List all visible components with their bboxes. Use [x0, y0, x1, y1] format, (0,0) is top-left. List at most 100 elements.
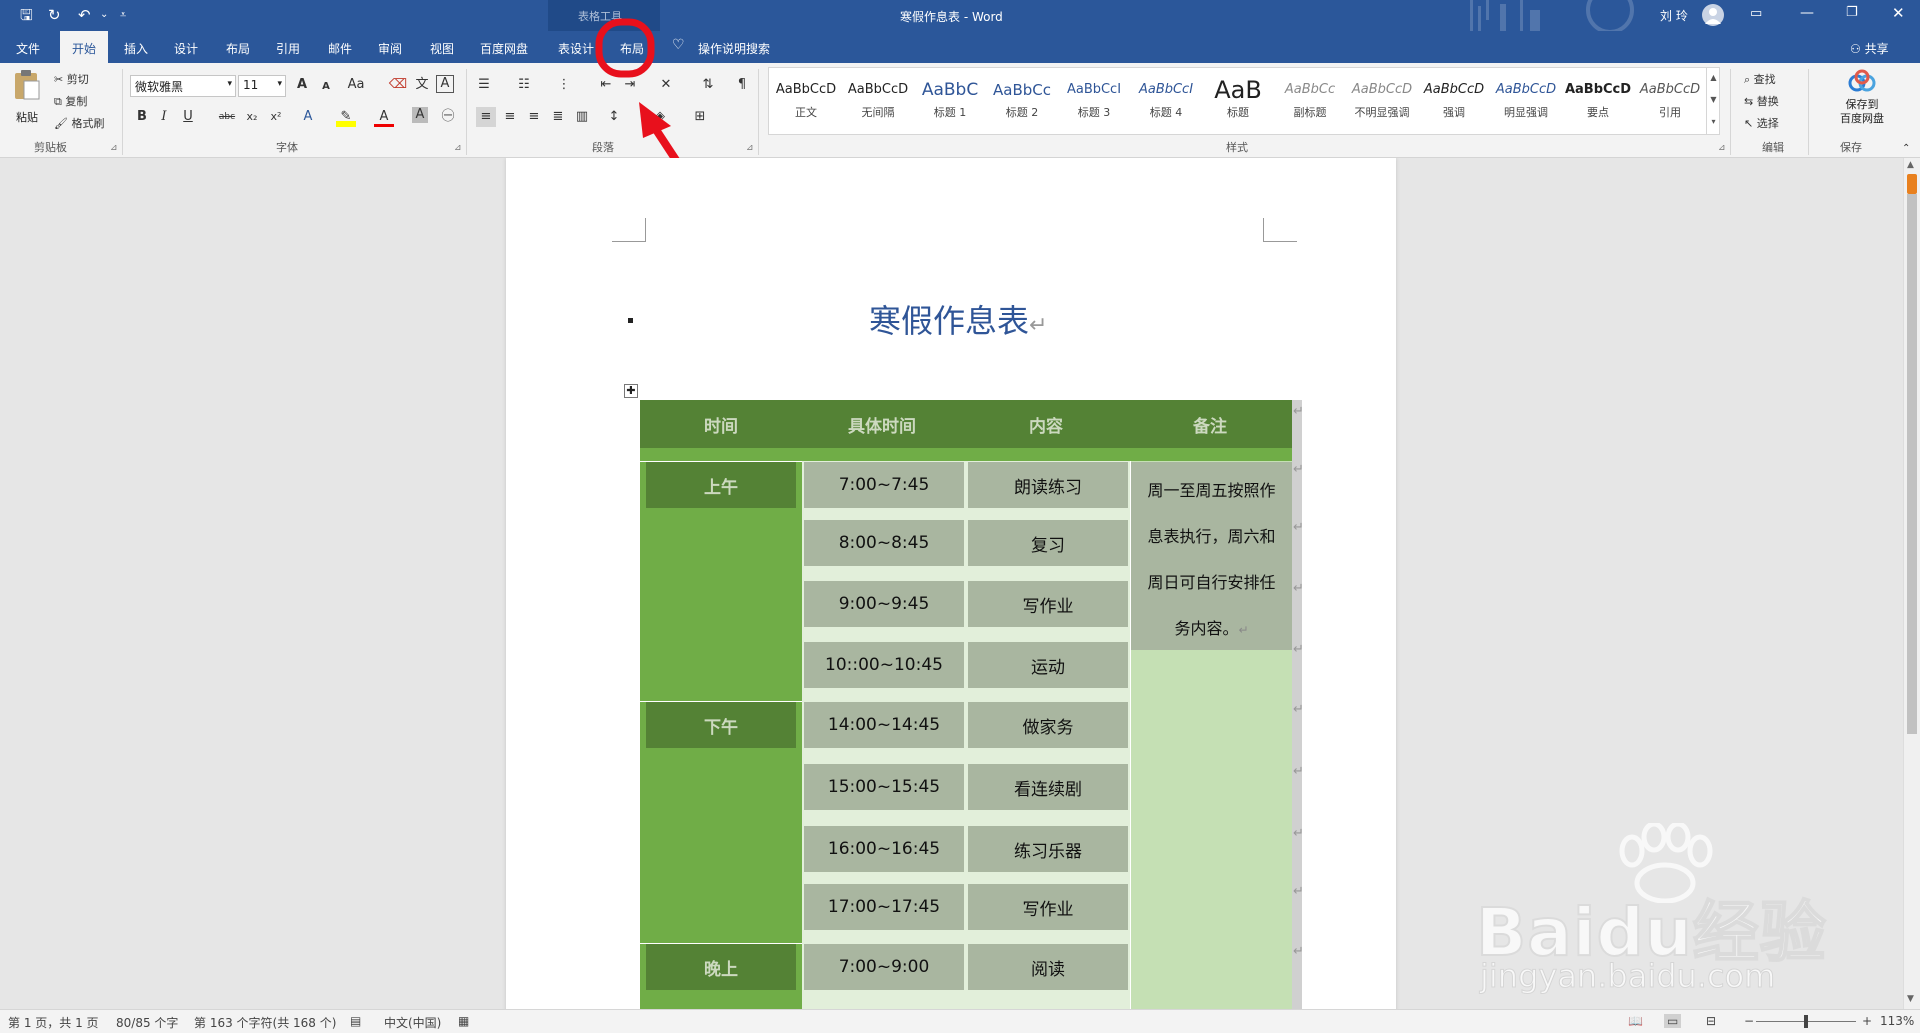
- shrink-font-icon[interactable]: A: [316, 77, 336, 97]
- period-afternoon[interactable]: 下午: [646, 702, 796, 748]
- print-layout-icon[interactable]: ▭: [1664, 1014, 1682, 1028]
- scroll-down-icon[interactable]: ▼: [1907, 994, 1914, 1004]
- period-evening[interactable]: 晚上: [646, 944, 796, 990]
- document-heading[interactable]: 寒假作息表↵: [869, 296, 1047, 342]
- font-size-combo[interactable]: 11 ▾: [238, 75, 286, 97]
- maximize-icon[interactable]: ❐: [1846, 5, 1858, 20]
- style-emphasis[interactable]: AaBbCcD 强调: [1419, 76, 1489, 134]
- autosave-icon[interactable]: ↻: [48, 6, 61, 24]
- select-button[interactable]: ↖ 选择: [1744, 115, 1779, 131]
- row-2-time[interactable]: 8:00~8:45: [804, 520, 964, 566]
- font-launcher-icon[interactable]: ⊿: [454, 143, 462, 153]
- zoom-in-icon[interactable]: +: [1862, 1014, 1872, 1028]
- clipboard-launcher-icon[interactable]: ⊿: [110, 143, 118, 153]
- read-mode-icon[interactable]: 📖: [1628, 1014, 1643, 1028]
- tab-baidu-netdisk[interactable]: 百度网盘: [480, 40, 528, 57]
- tab-file[interactable]: 文件: [16, 40, 40, 57]
- bullets-icon[interactable]: ☰: [474, 75, 494, 95]
- replace-button[interactable]: ⇆ 替换: [1744, 93, 1779, 109]
- header-specific-time[interactable]: 具体时间: [802, 400, 962, 448]
- font-color-icon[interactable]: A: [374, 107, 394, 127]
- proofing-icon[interactable]: ▤: [350, 1014, 361, 1028]
- tab-mailings[interactable]: 邮件: [328, 40, 352, 57]
- row-4-content[interactable]: 运动: [968, 642, 1128, 688]
- style-no-spacing[interactable]: AaBbCcD 无间隔: [843, 76, 913, 134]
- row-9-time[interactable]: 7:00~9:00: [804, 944, 964, 990]
- copy-button[interactable]: ⧉ 复制: [54, 93, 87, 109]
- share-button[interactable]: ⚇ 共享: [1850, 40, 1889, 57]
- change-case-button[interactable]: Aa: [346, 75, 366, 95]
- save-to-netdisk-button[interactable]: 保存到 百度网盘: [1822, 69, 1902, 135]
- style-heading3[interactable]: AaBbCcI 标题 3: [1059, 76, 1129, 134]
- styles-launcher-icon[interactable]: ⊿: [1718, 143, 1726, 153]
- tab-view[interactable]: 视图: [430, 40, 454, 57]
- row-3-time[interactable]: 9:00~9:45: [804, 581, 964, 627]
- row-7-time[interactable]: 16:00~16:45: [804, 826, 964, 872]
- macro-icon[interactable]: ▦: [458, 1014, 469, 1028]
- period-morning[interactable]: 上午: [646, 462, 796, 508]
- scroll-thumb[interactable]: [1907, 194, 1917, 734]
- style-subtle-emphasis[interactable]: AaBbCcD 不明显强调: [1347, 76, 1417, 134]
- zoom-out-icon[interactable]: −: [1744, 1014, 1754, 1028]
- style-heading1[interactable]: AaBbC 标题 1: [915, 76, 985, 134]
- grow-font-icon[interactable]: A: [292, 75, 312, 95]
- user-name[interactable]: 刘 玲: [1660, 7, 1688, 24]
- format-painter-button[interactable]: 🖌 格式刷: [54, 115, 104, 131]
- tab-insert[interactable]: 插入: [124, 40, 148, 57]
- minimize-icon[interactable]: —: [1800, 5, 1814, 21]
- paragraph-launcher-icon[interactable]: ⊿: [746, 143, 754, 153]
- find-button[interactable]: ⌕ 查找: [1744, 71, 1776, 87]
- tab-design[interactable]: 设计: [174, 40, 198, 57]
- row-6-time[interactable]: 15:00~15:45: [804, 764, 964, 810]
- underline-button[interactable]: U: [178, 107, 198, 127]
- undo-dropdown-icon[interactable]: ⌄: [100, 6, 108, 24]
- row-8-time[interactable]: 17:00~17:45: [804, 884, 964, 930]
- font-name-combo[interactable]: 微软雅黑 ▾: [130, 75, 236, 97]
- cut-button[interactable]: ✂ 剪切: [54, 71, 89, 87]
- status-language[interactable]: 中文(中国): [384, 1014, 441, 1031]
- note-cell[interactable]: 周一至周五按照作 息表执行，周六和 周日可自行安排任 务内容。↵: [1131, 462, 1292, 650]
- ribbon-display-icon[interactable]: ▭: [1750, 6, 1762, 21]
- highlight-icon[interactable]: ✎: [336, 107, 356, 127]
- multilevel-list-icon[interactable]: ⋮: [554, 75, 574, 95]
- row-5-content[interactable]: 做家务: [968, 702, 1128, 748]
- italic-button[interactable]: I: [154, 107, 174, 127]
- style-strong[interactable]: AaBbCcD 要点: [1563, 76, 1633, 134]
- scroll-up-icon[interactable]: ▲: [1907, 160, 1914, 170]
- strikethrough-button[interactable]: abc: [214, 107, 240, 127]
- tab-references[interactable]: 引用: [276, 40, 300, 57]
- style-title[interactable]: AaB 标题: [1203, 76, 1273, 134]
- collapse-ribbon-icon[interactable]: ⌃: [1902, 143, 1910, 154]
- row-1-time[interactable]: 7:00~7:45: [804, 462, 964, 508]
- bold-button[interactable]: B: [132, 107, 152, 127]
- avatar[interactable]: [1702, 4, 1724, 26]
- numbering-icon[interactable]: ☷: [514, 75, 534, 95]
- zoom-level[interactable]: 113%: [1880, 1014, 1914, 1028]
- header-note[interactable]: 备注: [1130, 400, 1290, 448]
- row-2-content[interactable]: 复习: [968, 520, 1128, 566]
- table-move-handle[interactable]: ✚: [624, 384, 638, 398]
- styles-scroll[interactable]: ▲ ▼ ▾: [1706, 67, 1720, 135]
- align-center-icon[interactable]: ≡: [500, 107, 520, 127]
- enclose-char-icon[interactable]: ㊀: [438, 107, 458, 127]
- row-6-content[interactable]: 看连续剧: [968, 764, 1128, 810]
- status-words[interactable]: 80/85 个字: [116, 1014, 178, 1031]
- header-content[interactable]: 内容: [966, 400, 1126, 448]
- style-quote[interactable]: AaBbCcD 引用: [1635, 76, 1705, 134]
- row-4-time[interactable]: 10::00~10:45: [804, 642, 964, 688]
- paste-button[interactable]: 粘贴: [12, 69, 44, 129]
- save-icon[interactable]: 🖫: [20, 6, 33, 24]
- row-3-content[interactable]: 写作业: [968, 581, 1128, 627]
- style-intense-emphasis[interactable]: AaBbCcD 明显强调: [1491, 76, 1561, 134]
- header-time[interactable]: 时间: [646, 400, 796, 448]
- char-shading-icon[interactable]: A: [412, 107, 428, 123]
- style-subtitle[interactable]: AaBbCc 副标题: [1275, 76, 1345, 134]
- row-7-content[interactable]: 练习乐器: [968, 826, 1128, 872]
- close-icon[interactable]: ✕: [1892, 4, 1905, 22]
- phonetic-guide-icon[interactable]: 文: [412, 75, 432, 95]
- style-normal[interactable]: AaBbCcD 正文: [771, 76, 841, 134]
- status-page[interactable]: 第 1 页，共 1 页: [8, 1014, 99, 1031]
- style-heading2[interactable]: AaBbCc 标题 2: [987, 76, 1057, 134]
- align-right-icon[interactable]: ≡: [524, 107, 544, 127]
- align-left-icon[interactable]: ≡: [476, 107, 496, 127]
